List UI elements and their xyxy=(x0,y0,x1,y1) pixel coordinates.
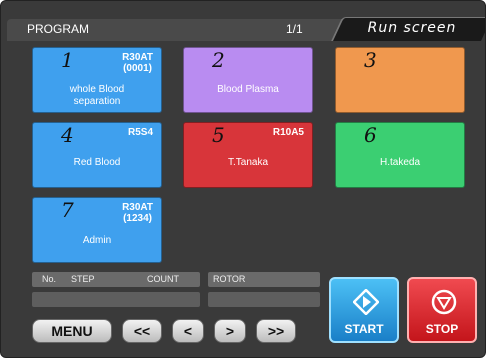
program-number: 4 xyxy=(61,123,74,147)
first-page-button[interactable]: << xyxy=(122,319,162,343)
run-screen: PROGRAM 1/1 Run screen 1 R30AT (0001) wh… xyxy=(0,0,486,358)
program-tile-3[interactable]: 3 xyxy=(335,47,465,113)
stop-button[interactable]: STOP xyxy=(407,277,477,343)
program-name: Red Blood xyxy=(73,157,121,168)
program-name: whole Blood separation xyxy=(69,84,125,107)
step-info-value xyxy=(32,292,200,307)
program-rotor: R10A5 xyxy=(272,127,304,138)
start-label: START xyxy=(344,322,384,336)
program-tile-7[interactable]: 7 R30AT (1234) Admin xyxy=(32,197,162,263)
prev-page-button[interactable]: < xyxy=(172,319,204,343)
program-tile-4[interactable]: 4 R5S4 Red Blood xyxy=(32,122,162,188)
stop-label: STOP xyxy=(425,322,459,336)
menu-button[interactable]: MENU xyxy=(32,319,112,343)
rotor-label: ROTOR xyxy=(213,274,246,284)
program-tile-2[interactable]: 2 Blood Plasma xyxy=(183,47,313,113)
mode-label: Run screen xyxy=(367,20,457,36)
program-number: 1 xyxy=(61,48,74,72)
program-number: 6 xyxy=(364,123,377,147)
program-name: Blood Plasma xyxy=(217,84,279,95)
program-number: 7 xyxy=(61,198,74,222)
last-page-button[interactable]: >> xyxy=(256,319,296,343)
rotor-info-value xyxy=(208,292,320,307)
program-rotor: R5S4 xyxy=(127,127,153,138)
count-label: COUNT xyxy=(147,274,179,284)
program-number: 3 xyxy=(364,48,377,72)
program-name: Admin xyxy=(82,235,112,246)
next-page-button[interactable]: > xyxy=(214,319,246,343)
program-number: 2 xyxy=(212,48,225,72)
program-tile-1[interactable]: 1 R30AT (0001) whole Blood separation xyxy=(32,47,162,113)
no-label: No. xyxy=(42,274,57,284)
step-label: STEP xyxy=(71,274,95,284)
program-tile-5[interactable]: 5 R10A5 T.Tanaka xyxy=(183,122,313,188)
program-tile-6[interactable]: 6 H.takeda xyxy=(335,122,465,188)
start-button[interactable]: START xyxy=(329,277,399,343)
program-rotor: R30AT (1234) xyxy=(122,202,153,224)
program-title: PROGRAM xyxy=(27,22,90,36)
program-rotor: R30AT (0001) xyxy=(122,52,153,74)
program-name: H.takeda xyxy=(379,157,421,168)
page-indicator: 1/1 xyxy=(286,22,303,36)
stop-icon xyxy=(431,289,457,315)
program-name: T.Tanaka xyxy=(227,157,269,168)
start-icon xyxy=(353,289,379,315)
program-number: 5 xyxy=(212,123,225,147)
